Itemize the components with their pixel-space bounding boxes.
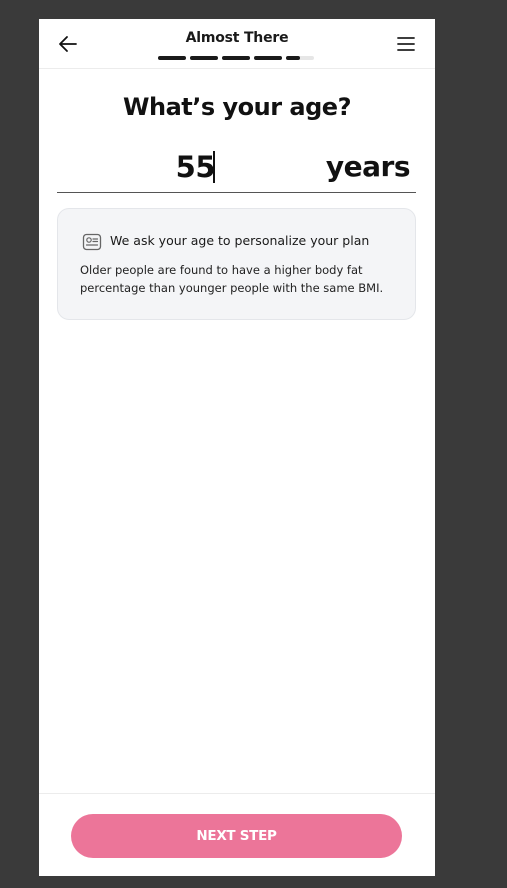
app-screen: Almost There What’s your age? 55 years W…: [39, 19, 435, 876]
age-unit-label: years: [325, 150, 411, 183]
info-title: We ask your age to personalize your plan: [110, 233, 370, 248]
next-step-button[interactable]: NEXT STEP: [71, 814, 402, 858]
progress-segment-fill: [158, 56, 186, 60]
age-input[interactable]: 55: [57, 150, 216, 184]
step-title: Almost There: [185, 30, 289, 46]
progress-segment-fill: [190, 56, 218, 60]
menu-button[interactable]: [396, 35, 416, 53]
hamburger-menu-icon: [397, 37, 415, 51]
info-body: Older people are found to have a higher …: [80, 263, 384, 295]
text-cursor: [213, 151, 215, 183]
progress-indicator: [158, 56, 317, 60]
progress-segment-fill: [286, 56, 300, 60]
bottom-bar: NEXT STEP: [39, 793, 435, 876]
id-card-icon: [82, 233, 102, 251]
progress-segment-fill: [254, 56, 282, 60]
top-bar: Almost There: [39, 19, 435, 69]
age-field[interactable]: 55 years: [57, 143, 416, 193]
progress-segment-fill: [222, 56, 250, 60]
info-card: We ask your age to personalize your plan…: [57, 208, 416, 320]
question-title: What’s your age?: [123, 93, 351, 121]
